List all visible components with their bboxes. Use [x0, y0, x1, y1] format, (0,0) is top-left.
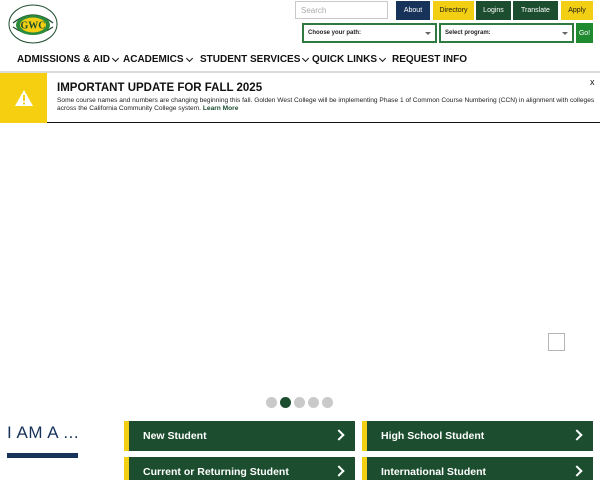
chevron-down-icon [378, 54, 387, 62]
carousel-dot[interactable] [266, 397, 277, 408]
learn-more-link[interactable]: Learn More [203, 105, 239, 112]
international-student-button[interactable]: International Student [362, 457, 593, 480]
carousel-dots [266, 397, 333, 408]
carousel-pause-button[interactable] [548, 333, 565, 351]
cta-label: High School Student [381, 430, 485, 442]
cta-label: Current or Returning Student [143, 466, 289, 478]
chevron-down-icon [302, 54, 310, 62]
caret-down-icon [562, 32, 568, 35]
carousel-dot[interactable] [308, 397, 319, 408]
i-am-a-heading: I AM A ... [7, 423, 80, 442]
nav-academics[interactable]: ACADEMICS [123, 54, 193, 65]
program-select[interactable]: Select program: [439, 23, 574, 43]
returning-student-button[interactable]: Current or Returning Student [124, 457, 355, 480]
chevron-right-icon [571, 465, 583, 477]
high-school-student-button[interactable]: High School Student [362, 421, 593, 451]
warning-icon [14, 90, 33, 106]
about-button[interactable]: About [396, 1, 430, 20]
search-input[interactable] [295, 1, 388, 19]
chevron-down-icon [111, 54, 120, 62]
carousel-dot[interactable] [280, 397, 291, 408]
caret-down-icon [425, 32, 431, 35]
path-select[interactable]: Choose your path: [302, 23, 437, 43]
close-icon[interactable]: x [590, 77, 595, 87]
logins-button[interactable]: Logins [476, 1, 511, 20]
chevron-down-icon [185, 54, 193, 62]
hero-carousel [0, 123, 600, 415]
alert-title: IMPORTANT UPDATE FOR FALL 2025 [57, 82, 263, 94]
go-button[interactable]: Go! [576, 23, 593, 43]
alert-icon-box [0, 73, 47, 123]
program-select-label: Select program: [445, 30, 491, 36]
new-student-button[interactable]: New Student [124, 421, 355, 451]
nav-item-label: REQUEST INFO [392, 54, 468, 65]
main-nav: ADMISSIONS & AID ACADEMICS STUDENT SERVI… [0, 48, 600, 72]
college-logo[interactable]: GWC [7, 3, 59, 45]
heading-underline [7, 453, 78, 458]
alert-banner: IMPORTANT UPDATE FOR FALL 2025 Some cour… [0, 72, 600, 123]
cta-label: International Student [381, 466, 486, 478]
nav-item-label: QUICK LINKS [312, 54, 377, 65]
apply-button[interactable]: Apply [561, 1, 593, 20]
alert-message: Some course names and numbers are changi… [57, 97, 595, 113]
chevron-right-icon [571, 429, 583, 441]
nav-request-info[interactable]: REQUEST INFO [392, 54, 467, 65]
nav-item-label: ACADEMICS [123, 54, 184, 65]
directory-button[interactable]: Directory [433, 1, 474, 20]
svg-text:GWC: GWC [21, 21, 46, 32]
translate-button[interactable]: Translate [513, 1, 558, 20]
alert-text: Some course names and numbers are changi… [57, 97, 595, 112]
nav-admissions-aid[interactable]: ADMISSIONS & AID [17, 54, 120, 65]
nav-item-label: STUDENT SERVICES [200, 54, 301, 65]
chevron-right-icon [333, 465, 345, 477]
path-select-label: Choose your path: [308, 30, 362, 36]
cta-label: New Student [143, 430, 207, 442]
nav-quick-links[interactable]: QUICK LINKS [312, 54, 387, 65]
nav-item-label: ADMISSIONS & AID [17, 54, 110, 65]
nav-student-services[interactable]: STUDENT SERVICES [200, 54, 310, 65]
carousel-dot[interactable] [294, 397, 305, 408]
chevron-right-icon [333, 429, 345, 441]
carousel-dot[interactable] [322, 397, 333, 408]
